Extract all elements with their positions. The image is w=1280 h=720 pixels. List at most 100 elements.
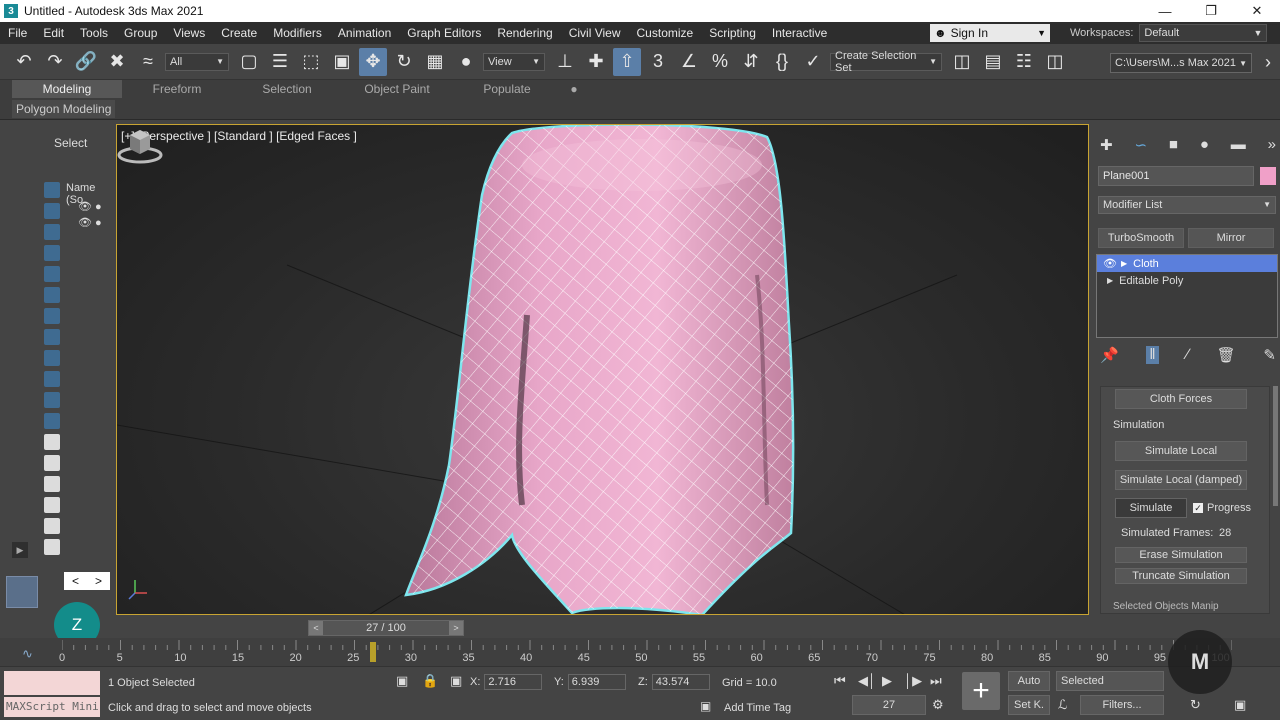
remove-modifier-icon[interactable]: 🗑 [1217,346,1236,364]
menu-group[interactable]: Group [116,22,165,44]
eye-icon[interactable]: 👁 [1103,257,1117,270]
auto-key-button[interactable]: Auto [1008,671,1050,691]
named-selection-dropdown[interactable]: Create Selection Set ▼ [830,50,942,74]
key-mode-icon[interactable]: ℒ [1058,697,1067,713]
select-and-move-icon[interactable]: ✥ [359,47,387,76]
display-none-icon[interactable] [44,455,60,471]
absolute-mode-icon[interactable]: ▣ [450,673,462,689]
filter-lights-icon[interactable] [44,224,60,240]
time-slider[interactable]: < 27 / 100 > [308,620,464,636]
tab-selection[interactable]: Selection [232,80,342,98]
sign-in-dropdown[interactable]: ☻ Sign In ▼ [930,24,1050,42]
tab-freeform[interactable]: Freeform [122,80,232,98]
time-cursor[interactable] [370,642,377,662]
menu-tools[interactable]: Tools [72,22,116,44]
utilities-tab-icon[interactable]: » [1268,136,1276,154]
nav-right-button[interactable]: > [95,574,102,588]
filter-containers-icon[interactable] [44,371,60,387]
tab-object-paint[interactable]: Object Paint [342,80,452,98]
unlink-icon[interactable]: ✖ [103,48,131,76]
motion-tab-icon[interactable]: ● [1200,136,1209,154]
filter-bones-icon[interactable] [44,350,60,366]
close-button[interactable]: ✕ [1234,0,1280,22]
select-and-scale-icon[interactable]: ▦ [421,48,449,76]
object-color-swatch[interactable] [1260,167,1276,185]
cloth-forces-button[interactable]: Cloth Forces [1115,389,1247,409]
current-frame-field[interactable]: 27 [852,695,926,715]
filter-groups-icon[interactable] [44,308,60,324]
curve-editor-icon[interactable]: ∿ [22,646,33,662]
turbosmooth-button[interactable]: TurboSmooth [1098,228,1184,248]
make-unique-icon[interactable]: ∕ [1186,346,1189,364]
next-frame-icon[interactable]: │▶ [904,673,922,689]
filter-helpers-icon[interactable] [44,266,60,282]
layer-explorer-icon[interactable]: ◫ [1041,48,1069,76]
menu-file[interactable]: File [0,22,35,44]
maximize-viewport-icon[interactable]: ▣ [1234,697,1246,713]
project-folder-dropdown[interactable]: C:\Users\M...s Max 2021 ▼ [1110,53,1252,73]
modifier-list-dropdown[interactable]: Modifier List ▼ [1098,196,1276,214]
keyboard-shortcut-override-icon[interactable]: ⇧ [613,47,641,76]
simulate-local-damped-button[interactable]: Simulate Local (damped) [1115,470,1247,490]
go-to-end-icon[interactable]: ⏭ [930,673,942,689]
filter-space-warps-icon[interactable] [44,287,60,303]
key-button-plus-icon[interactable]: + [962,672,1000,710]
undo-icon[interactable]: ↶ [10,48,38,76]
invert-display-icon[interactable] [44,476,60,492]
window-crossing-icon[interactable]: ▣ [328,48,356,76]
track-bar[interactable]: 0510152025303540455055606570758085909510… [0,638,1280,666]
selection-lock-icon[interactable]: 🔒 [422,673,438,689]
command-panel-scrollbar[interactable] [1273,386,1278,506]
display-tab-icon[interactable]: ▬ [1231,136,1246,154]
perspective-viewport[interactable]: [+] [Perspective ] [Standard ] [Edged Fa… [116,124,1089,615]
manipulate-icon[interactable]: ✚ [582,48,610,76]
filter-cameras-icon[interactable] [44,245,60,261]
time-slider-next-button[interactable]: > [448,621,463,635]
named-selection-icon[interactable]: ✓ [799,48,827,76]
previous-frame-icon[interactable]: ◀│ [858,673,876,689]
expand-arrow-icon[interactable]: ▶ [1121,259,1127,268]
filter-geometry-icon[interactable] [44,182,60,198]
pivot-center-icon[interactable]: ⊥ [551,48,579,76]
snaps-toggle-icon[interactable]: 3 [644,48,672,76]
menu-scripting[interactable]: Scripting [701,22,764,44]
menu-modifiers[interactable]: Modifiers [265,22,330,44]
play-icon[interactable]: ▶ [882,673,892,689]
sort-icon[interactable] [44,539,60,555]
filter-shapes-icon[interactable] [44,203,60,219]
ribbon-options-icon[interactable]: ● [562,80,586,98]
rectangular-selection-icon[interactable]: ⬚ [297,48,325,76]
select-and-place-icon[interactable]: ● [452,48,480,76]
key-filter-dropdown[interactable]: Selected [1056,671,1164,691]
menu-civil-view[interactable]: Civil View [561,22,629,44]
mirror-button[interactable]: Mirror [1188,228,1274,248]
toolbar-overflow-icon[interactable]: › [1254,48,1280,76]
simulate-button[interactable]: Simulate [1115,498,1187,518]
stack-item-editable-poly[interactable]: ▶ Editable Poly [1097,272,1277,289]
mirror-icon[interactable]: ◫ [948,48,976,76]
z-coordinate-field[interactable]: 43.574 [651,674,710,690]
select-object-icon[interactable]: ▢ [235,48,263,76]
add-time-tag-button[interactable]: Add Time Tag [724,702,791,714]
minimize-button[interactable]: — [1142,0,1188,22]
scene-row-visibility[interactable]: 👁 ● [78,216,102,229]
isolate-selection-icon[interactable]: ▣ [396,673,408,689]
tab-modeling[interactable]: Modeling [12,80,122,98]
simulate-local-button[interactable]: Simulate Local [1115,441,1247,461]
menu-create[interactable]: Create [213,22,265,44]
configure-modifier-sets-icon[interactable]: ✎ [1263,346,1276,364]
viewcube-icon[interactable] [117,125,163,165]
expand-panel-icon[interactable]: ▶ [12,542,28,558]
progress-checkbox[interactable]: ✓ Progress [1193,502,1251,514]
edit-named-selection-icon[interactable]: {} [768,48,796,76]
filter-frozen-icon[interactable] [44,392,60,408]
selection-filter-dropdown[interactable]: All ▼ [165,52,229,71]
link-icon[interactable]: 🔗 [72,48,100,76]
menu-animation[interactable]: Animation [330,22,399,44]
erase-simulation-button[interactable]: Erase Simulation [1115,547,1247,563]
pin-stack-icon[interactable]: 📌 [1100,346,1119,364]
time-configuration-icon[interactable]: ⚙ [932,697,944,713]
bind-space-warp-icon[interactable]: ≈ [134,48,162,76]
time-tag-icon[interactable]: ▣ [700,699,711,713]
percent-snap-icon[interactable]: % [706,48,734,76]
